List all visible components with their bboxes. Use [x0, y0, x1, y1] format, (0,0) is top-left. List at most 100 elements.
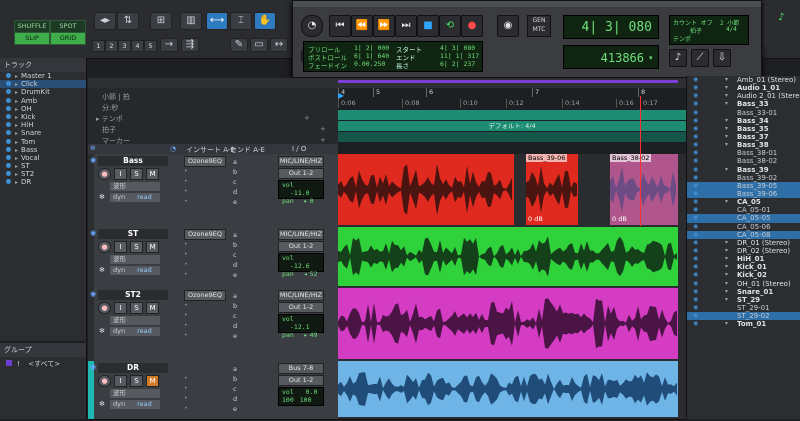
volume-pan-display[interactable]: vol 0.0 100 100: [278, 387, 324, 406]
add-tempo-icon[interactable]: +: [304, 114, 310, 122]
track-name[interactable]: ST2: [98, 290, 168, 300]
track-visible-icon[interactable]: [6, 138, 11, 144]
automation-mode[interactable]: read: [137, 400, 152, 408]
clip-list-item[interactable]: ◉ ▾ Bass_34: [687, 117, 800, 125]
send-slot[interactable]: a: [233, 365, 237, 373]
track-list-item[interactable]: ▸ Bass: [0, 146, 86, 154]
send-slot[interactable]: e: [233, 271, 237, 279]
track-settings-icon[interactable]: ✻: [99, 266, 105, 274]
length-value[interactable]: 6| 2| 237: [440, 60, 475, 68]
track-list-item[interactable]: ▸ DR: [0, 178, 86, 186]
insert-empty-slot[interactable]: •: [184, 271, 188, 278]
track-mute-button[interactable]: M: [146, 168, 159, 180]
insert-empty-slot[interactable]: •: [184, 302, 188, 309]
main-counter[interactable]: 4| 3| 080: [563, 15, 659, 39]
insert-slot[interactable]: Ozone9EQ: [184, 156, 226, 167]
track-expand-icon[interactable]: ▸: [15, 179, 18, 186]
post-roll-value[interactable]: 6| 1| 640: [354, 52, 389, 60]
track-expand-icon[interactable]: ▸: [15, 89, 18, 96]
return-to-zero-icon[interactable]: ⏮: [329, 15, 351, 37]
insert-empty-slot[interactable]: •: [184, 332, 188, 339]
clip-expand-icon[interactable]: ▾: [725, 133, 728, 141]
insert-empty-slot[interactable]: •: [184, 251, 188, 258]
send-slot[interactable]: b: [233, 168, 237, 176]
clip-list-item[interactable]: ◉ ▾ Tom_01: [687, 320, 800, 328]
track-output-selector[interactable]: Out 1-2: [278, 241, 324, 252]
clip-list-item[interactable]: ◉ ▾ Audio 2_01 (Stereo): [687, 92, 800, 100]
clip-expand-icon[interactable]: ▾: [725, 92, 728, 100]
clip-list-item[interactable]: ◉ CA_05-08: [687, 230, 800, 239]
track-automation-selector[interactable]: dyn read: [110, 327, 160, 336]
track-options-icon[interactable]: ◉: [90, 156, 96, 164]
add-marker-icon[interactable]: +: [320, 136, 326, 144]
send-slot[interactable]: d: [233, 188, 237, 196]
insert-empty-slot[interactable]: •: [184, 322, 188, 329]
pencil-tool-icon[interactable]: ✎: [230, 38, 248, 52]
clip-expand-icon[interactable]: ▾: [725, 166, 728, 174]
zoom-tool-icon[interactable]: ⊞: [150, 12, 172, 30]
clip-expand-icon[interactable]: ▾: [725, 239, 728, 247]
track-expand-icon[interactable]: ▸: [15, 139, 18, 146]
insert-empty-slot[interactable]: •: [184, 375, 188, 382]
view-selector-icon[interactable]: ◔: [170, 145, 176, 153]
track-playlist[interactable]: [338, 361, 686, 419]
send-slot[interactable]: a: [233, 231, 237, 239]
clip-expand-icon[interactable]: ▾: [725, 320, 728, 328]
selection-start-marker-icon[interactable]: ▶: [338, 91, 344, 100]
clip-gain-label[interactable]: 0 dB: [528, 215, 543, 223]
rewind-icon[interactable]: ⏪: [351, 15, 373, 37]
snap-icon[interactable]: ↔: [270, 38, 288, 52]
track-name[interactable]: DR: [98, 363, 168, 373]
track-solo-button[interactable]: S: [130, 168, 143, 180]
track-expand-icon[interactable]: ▸: [15, 122, 18, 129]
track-list-item[interactable]: ▸ Kick: [0, 113, 86, 121]
track-rec-button[interactable]: ●: [98, 302, 111, 314]
track-options-icon[interactable]: ◉: [90, 290, 96, 298]
track-list-item[interactable]: ▸ Master 1: [0, 72, 86, 80]
track-visible-icon[interactable]: [6, 97, 11, 103]
conductor-icon[interactable]: ♪: [669, 49, 687, 67]
clip-expand-icon[interactable]: ▾: [725, 141, 728, 149]
gen-mtc-button[interactable]: GEN MTC: [527, 15, 551, 37]
track-expand-icon[interactable]: ▸: [15, 155, 18, 162]
insert-empty-slot[interactable]: •: [184, 395, 188, 402]
pan-right-value[interactable]: 100: [300, 396, 312, 404]
clip-list-item[interactable]: ◉ CA_05-05: [687, 214, 800, 223]
grabber-tool-icon[interactable]: ✋: [254, 12, 276, 30]
volume-value[interactable]: -11.0: [290, 189, 310, 197]
clip-expand-icon[interactable]: ▾: [725, 117, 728, 125]
track-rec-button[interactable]: ●: [98, 375, 111, 387]
meter-value[interactable]: 4/4: [726, 26, 737, 33]
send-slot[interactable]: c: [233, 312, 237, 320]
clip-list-item[interactable]: ◉ ▾ ST_29: [687, 296, 800, 304]
clip-expand-icon[interactable]: ▾: [725, 198, 728, 206]
clip-list-item[interactable]: ◉ CA_05-01: [687, 206, 800, 214]
insert-empty-slot[interactable]: •: [184, 178, 188, 185]
track-list-item[interactable]: ▸ ST: [0, 162, 86, 170]
track-list-item[interactable]: ▸ ST2: [0, 170, 86, 178]
insert-empty-slot[interactable]: •: [184, 198, 188, 205]
volume-value[interactable]: -12.1: [290, 323, 310, 331]
clip-list-item[interactable]: ◉ Bass_33-01: [687, 109, 800, 117]
track-view-selector[interactable]: 波形: [110, 255, 160, 264]
insert-slot[interactable]: Ozone9EQ: [184, 229, 226, 240]
clip-list-item[interactable]: ◉ ▾ Bass_35: [687, 125, 800, 133]
start-value[interactable]: 4| 3| 080: [440, 44, 475, 52]
clip-list-item[interactable]: ◉ ▾ Bass_38: [687, 141, 800, 149]
zoom-preset-2[interactable]: 2: [105, 40, 118, 52]
sync-icon[interactable]: ◉: [497, 15, 519, 37]
tap-tempo-icon[interactable]: ⇩: [713, 49, 731, 67]
clip-list-item[interactable]: ◉ CA_05-06: [687, 223, 800, 231]
track-output-selector[interactable]: Out 1-2: [278, 375, 324, 386]
track-visible-icon[interactable]: [6, 146, 11, 152]
loop-play-icon[interactable]: ⟲: [439, 15, 461, 37]
midi-zoom-icon[interactable]: ▥: [180, 12, 202, 30]
track-input-button[interactable]: I: [114, 302, 127, 314]
track-options-icon[interactable]: ◉: [90, 229, 96, 237]
insert-slot[interactable]: Ozone9EQ: [184, 290, 226, 301]
audio-zoom-icon[interactable]: ⇅: [117, 12, 139, 30]
online-icon[interactable]: ◔: [301, 15, 323, 37]
track-list-item[interactable]: ▸ DrumKit: [0, 88, 86, 96]
track-list-item[interactable]: ▸ HiH: [0, 121, 86, 129]
automation-mode[interactable]: read: [137, 327, 152, 335]
